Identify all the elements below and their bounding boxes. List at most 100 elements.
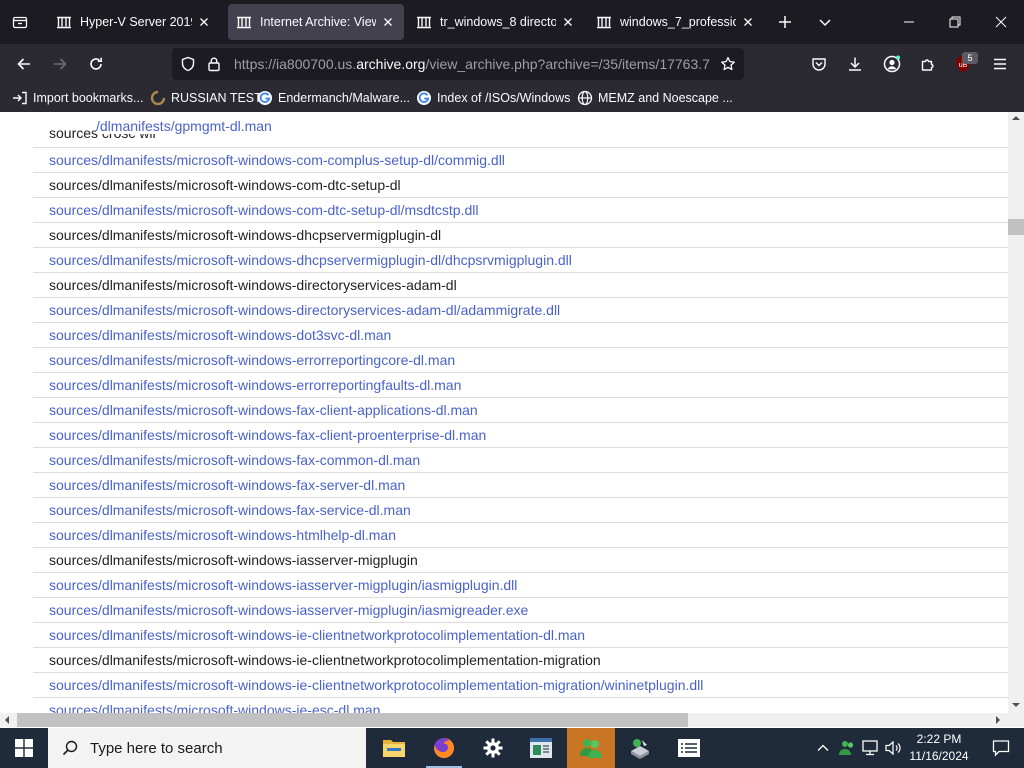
- vertical-scrollbar[interactable]: [1008, 112, 1024, 713]
- url-text[interactable]: https://ia800700.us.archive.org/view_arc…: [234, 56, 720, 72]
- tab-internet-archive[interactable]: Internet Archive: View A: [228, 4, 404, 40]
- file-link[interactable]: sources/dlmanifests/microsoft-windows-ie…: [49, 627, 585, 643]
- file-link[interactable]: sources/dlmanifests/microsoft-windows-fa…: [49, 477, 405, 493]
- file-link[interactable]: sources/dlmanifests/microsoft-windows-fa…: [49, 452, 420, 468]
- new-tab-button[interactable]: [769, 6, 801, 38]
- scroll-up-arrow-icon[interactable]: [1012, 114, 1020, 122]
- tracking-protection-shield-icon[interactable]: [180, 56, 196, 72]
- notification-center-button[interactable]: [978, 728, 1024, 768]
- bookmark-endermanch-malware[interactable]: Endermanch/Malware...: [257, 90, 410, 106]
- bookmark-russian-test[interactable]: RUSSIAN TEST: [150, 90, 262, 106]
- table-row: sources/dlmanifests/microsoft-windows-co…: [33, 173, 1008, 198]
- taskbar-document-app[interactable]: [517, 728, 565, 768]
- file-link[interactable]: sources/dlmanifests/microsoft-windows-er…: [49, 377, 461, 393]
- restore-button[interactable]: [932, 0, 978, 44]
- taskbar-people-app[interactable]: [567, 728, 615, 768]
- back-button[interactable]: [8, 48, 40, 80]
- file-link[interactable]: sources/dlmanifests/microsoft-windows-di…: [49, 302, 560, 318]
- bookmark-star-icon[interactable]: [720, 56, 736, 72]
- app-menu-button[interactable]: [984, 48, 1016, 80]
- table-row: sources/dlmanifests/microsoft-windows-fa…: [33, 473, 1008, 498]
- archive-icon: [57, 16, 71, 29]
- taskbar-file-explorer[interactable]: [370, 728, 418, 768]
- close-window-button[interactable]: [978, 0, 1024, 44]
- url-path: /view_archive.php?archive=/35/items/1776…: [425, 56, 710, 72]
- bookmark-memz-and-noescape[interactable]: MEMZ and Noescape ...: [577, 90, 733, 106]
- tray-people-app[interactable]: [837, 738, 857, 758]
- scroll-right-arrow-icon[interactable]: [994, 716, 1002, 724]
- scroll-left-arrow-icon[interactable]: [3, 716, 11, 724]
- taskbar-clock[interactable]: 2:22 PM 11/16/2024: [906, 731, 972, 765]
- file-link[interactable]: sources/dlmanifests/microsoft-windows-fa…: [49, 402, 478, 418]
- account-button[interactable]: [876, 48, 908, 80]
- downloads-button[interactable]: [839, 48, 871, 80]
- file-link[interactable]: sources/dlmanifests/microsoft-windows-fa…: [49, 427, 486, 443]
- taskbar-list-app[interactable]: [665, 728, 713, 768]
- vertical-scroll-thumb[interactable]: [1008, 219, 1024, 235]
- table-row: sources/dlmanifests/microsoft-windows-di…: [33, 298, 1008, 323]
- file-link[interactable]: sources/dlmanifests/microsoft-windows-ie…: [49, 677, 703, 693]
- file-link[interactable]: sources/dlmanifests/microsoft-windows-dh…: [49, 252, 572, 268]
- settings-gear-icon: [483, 738, 503, 758]
- file-link[interactable]: sources/dlmanifests/microsoft-windows-co…: [49, 202, 478, 218]
- reload-button[interactable]: [80, 48, 112, 80]
- windows-logo-icon: [15, 739, 33, 757]
- bookmark-import-bookmarks[interactable]: Import bookmarks...: [12, 90, 143, 106]
- address-bar[interactable]: https://ia800700.us.archive.org/view_arc…: [172, 48, 744, 80]
- speaker-icon: [885, 740, 901, 756]
- taskbar-disk-utility[interactable]: [616, 728, 664, 768]
- minimize-button[interactable]: [886, 0, 932, 44]
- hamburger-menu-icon: [994, 58, 1006, 70]
- windows-taskbar: Type here to search 2:22 PM 11/16/2024: [0, 728, 1024, 768]
- file-link[interactable]: sources/dlmanifests/microsoft-windows-do…: [49, 327, 391, 343]
- chevron-down-icon: [819, 19, 831, 27]
- close-tab-icon[interactable]: [196, 14, 212, 30]
- bookmark-label: MEMZ and Noescape ...: [598, 91, 733, 105]
- file-link[interactable]: sources/dlmanifests/microsoft-windows-ia…: [49, 577, 517, 593]
- table-row: sources/dlmanifests/microsoft-windows-fa…: [33, 398, 1008, 423]
- start-button[interactable]: [0, 728, 48, 768]
- forward-button[interactable]: [44, 48, 76, 80]
- bookmark-index-of-isos-windows[interactable]: Index of /ISOs/Windows: [416, 90, 570, 106]
- people-tray-icon: [839, 741, 854, 755]
- lock-icon[interactable]: [206, 56, 222, 72]
- file-link[interactable]: sources/dlmanifests/microsoft-windows-ia…: [49, 602, 528, 618]
- tab-windows-7-professional[interactable]: windows_7_professiona: [588, 4, 764, 40]
- taskbar-search-box[interactable]: Type here to search: [48, 728, 366, 768]
- table-row: sources/dlmanifests/microsoft-windows-er…: [33, 373, 1008, 398]
- file-link[interactable]: sources/dlmanifests/microsoft-windows-ie…: [49, 702, 380, 713]
- file-link[interactable]: sources/dlmanifests/microsoft-windows-ht…: [49, 527, 396, 543]
- show-hidden-icons-button[interactable]: [813, 738, 833, 758]
- taskbar-settings[interactable]: [469, 728, 517, 768]
- file-link[interactable]: sources/dlmanifests/microsoft-windows-er…: [49, 352, 455, 368]
- navigation-toolbar: https://ia800700.us.archive.org/view_arc…: [0, 44, 1024, 84]
- taskbar-firefox[interactable]: [420, 728, 468, 768]
- table-row: sources/dlmanifests/microsoft-windows-do…: [33, 323, 1008, 348]
- file-link[interactable]: sources/dlmanifests/microsoft-windows-co…: [49, 152, 505, 168]
- extension-count-badge: 5: [962, 52, 978, 64]
- network-button[interactable]: [861, 738, 881, 758]
- clock-date: 11/16/2024: [909, 749, 969, 763]
- table-row: sources/dlmanifests/microsoft-windows-ie…: [33, 698, 1008, 713]
- close-tab-icon[interactable]: [380, 14, 396, 30]
- horizontal-scroll-thumb[interactable]: [17, 713, 688, 727]
- table-row: sources/dlmanifests/microsoft-windows-dh…: [33, 248, 1008, 273]
- file-link[interactable]: sources/dlmanifests/microsoft-windows-fa…: [49, 502, 411, 518]
- scroll-down-arrow-icon[interactable]: [1012, 701, 1020, 709]
- tab-tr-windows-8[interactable]: tr_windows_8 directory: [408, 4, 584, 40]
- close-tab-icon[interactable]: [560, 14, 576, 30]
- puzzle-icon: [921, 59, 934, 71]
- list-window-icon: [678, 739, 700, 757]
- table-row: sources/dlmanifests/microsoft-windows-co…: [33, 148, 1008, 173]
- notification-icon: [992, 740, 1010, 757]
- tab-hyper-v-server[interactable]: Hyper-V Server 2019 (E: [48, 4, 220, 40]
- close-tab-icon[interactable]: [740, 14, 756, 30]
- volume-button[interactable]: [884, 738, 904, 758]
- horizontal-scrollbar[interactable]: [0, 713, 1008, 727]
- list-all-tabs-button[interactable]: [809, 6, 841, 38]
- directory-name: sources/dlmanifests/microsoft-windows-dh…: [49, 227, 442, 243]
- extensions-button[interactable]: [912, 48, 944, 80]
- table-row: sources/dlmanifests/microsoft-windows-ht…: [33, 523, 1008, 548]
- pocket-button[interactable]: [803, 48, 835, 80]
- tab-list-button[interactable]: [4, 6, 36, 38]
